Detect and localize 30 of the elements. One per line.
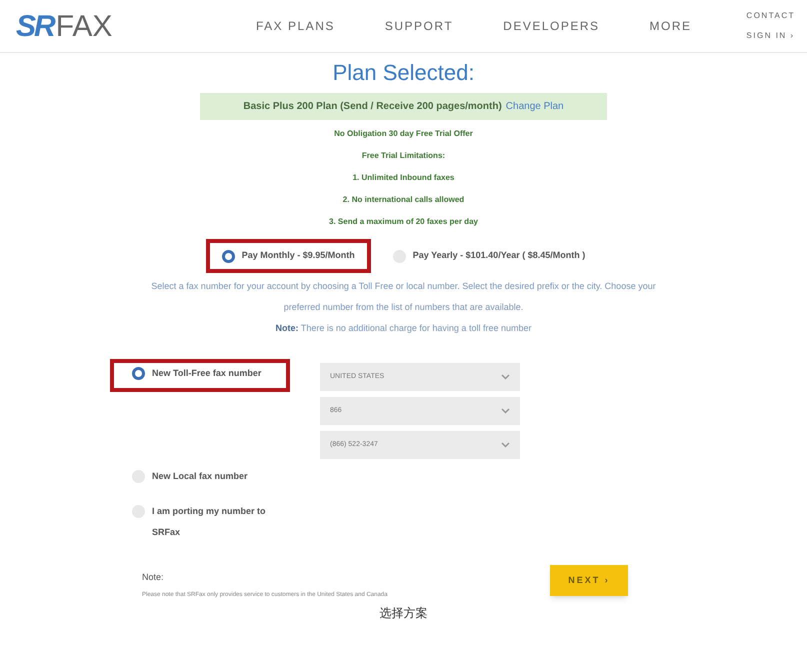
option-label: Pay Monthly - $9.95/Month xyxy=(242,249,355,262)
trial-info: No Obligation 30 day Free Trial Offer xyxy=(334,128,473,140)
option-label: New Toll-Free fax number xyxy=(152,367,262,380)
caption: 选择方案 xyxy=(380,606,428,620)
option-label: Pay Yearly - $101.40/Year ( $8.45/Month ) xyxy=(412,249,586,262)
nav-link[interactable]: FAX PLANS xyxy=(256,17,335,35)
plan-name: Basic Plus 200 Plan (Send / Receive 200 pages/month) xyxy=(243,100,502,114)
chevron-down-icon xyxy=(501,374,510,380)
instruction-text: Select a fax number for your account by choosing a Toll Free or local number. Select the desired prefix or the city. Choose your preferred number from the list of numbers that are available. xyxy=(150,280,657,314)
option-label: New Local fax number xyxy=(152,470,248,483)
trial-info: Free Trial Limitations: xyxy=(362,150,446,162)
logo[interactable]: SRFAX xyxy=(16,4,216,48)
chevron-down-icon xyxy=(501,442,510,448)
contact-link[interactable]: CONTACT xyxy=(746,10,795,22)
sign-in-link[interactable]: SIGN IN › xyxy=(746,30,795,42)
change-plan-link[interactable]: Change Plan xyxy=(506,99,564,114)
trial-info: 3. Send a maximum of 20 faxes per day xyxy=(329,216,478,228)
nav-link[interactable]: DEVELOPERS xyxy=(503,17,600,35)
nav-link[interactable]: MORE xyxy=(650,17,692,35)
trial-info: 2. No international calls allowed xyxy=(342,194,464,206)
instruction-text: Note: There is no additional charge for having a toll free number xyxy=(274,322,532,335)
page-title: Plan Selected: xyxy=(332,59,474,87)
nav-link[interactable]: SUPPORT xyxy=(384,17,454,35)
trial-info: 1. Unlimited Inbound faxes xyxy=(352,172,454,184)
next-button[interactable]: NEXT › xyxy=(550,565,628,596)
note-heading: Note: xyxy=(142,571,165,584)
radio-button[interactable] xyxy=(132,367,145,380)
chevron-down-icon xyxy=(501,408,510,414)
radio-button[interactable] xyxy=(222,250,235,262)
option-label: I am porting my number to SRFax xyxy=(152,505,267,539)
